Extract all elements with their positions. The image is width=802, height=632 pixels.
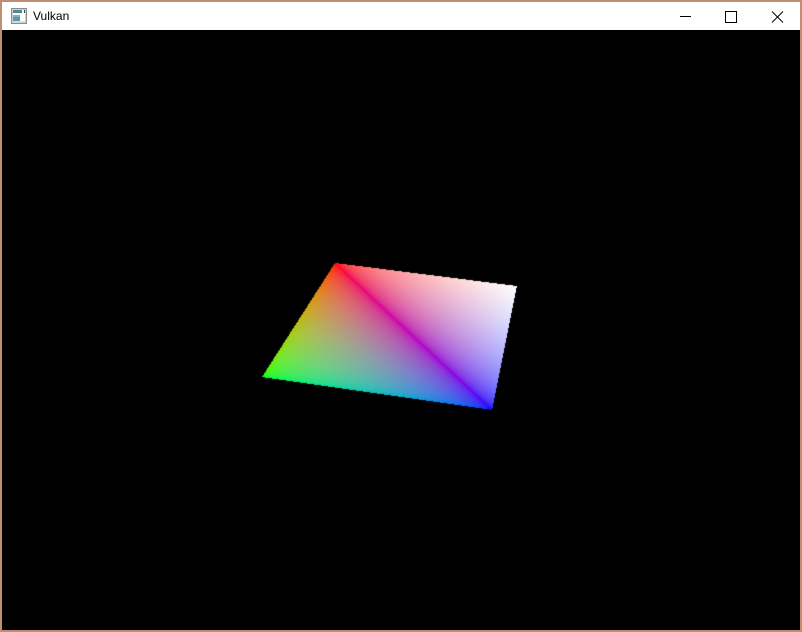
vulkan-window: Vulkan [2,2,800,630]
maximize-button[interactable] [708,2,754,30]
maximize-icon [725,11,737,23]
close-button[interactable] [754,2,800,30]
app-icon[interactable] [11,8,27,24]
minimize-button[interactable] [662,2,708,30]
render-viewport [2,30,800,630]
caption-buttons [662,2,800,30]
render-canvas [2,30,800,630]
window-border-frame: Vulkan [0,0,802,632]
titlebar[interactable]: Vulkan [2,2,800,30]
window-title: Vulkan [33,9,70,23]
minimize-icon [680,16,691,17]
close-icon [771,11,784,23]
